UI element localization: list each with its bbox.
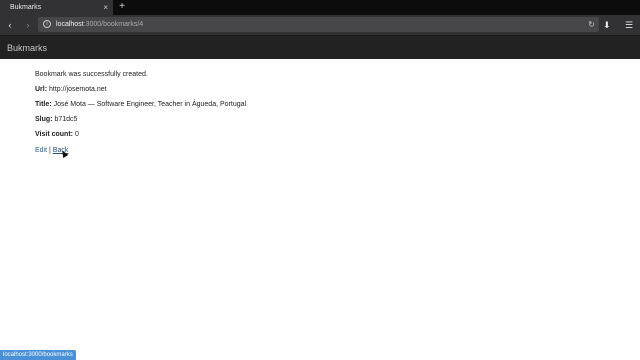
visit-count-field: Visit count: 0: [35, 130, 595, 140]
site-info-icon[interactable]: i: [43, 20, 51, 28]
title-label: Title:: [35, 101, 52, 108]
url-path: :3000/bookmarks/4: [83, 21, 144, 28]
bookmark-details: Bookmark was successfully created. Url: …: [35, 70, 595, 156]
success-notice: Bookmark was successfully created.: [35, 71, 148, 78]
url-text[interactable]: localhost:3000/bookmarks/4: [56, 20, 143, 29]
back-arrow-icon[interactable]: ‹: [4, 19, 16, 31]
download-icon[interactable]: ⬇: [603, 19, 611, 31]
status-url-tooltip: localhost:3000/bookmarks: [0, 350, 76, 360]
edit-link[interactable]: Edit: [35, 147, 47, 154]
action-separator: |: [49, 147, 51, 154]
slug-value: b71dc5: [54, 116, 78, 123]
new-tab-icon[interactable]: +: [117, 1, 127, 13]
url-host: localhost: [56, 21, 84, 28]
visit-count-label: Visit count:: [35, 131, 73, 138]
tab-close-icon[interactable]: ×: [103, 2, 108, 13]
title-field: Title: José Mota — Software Engineer, Te…: [35, 100, 595, 110]
tab-title: Bukmarks: [10, 4, 42, 11]
tab-strip: Bukmarks × +: [0, 0, 640, 15]
url-value: http://josemota.net: [49, 86, 107, 93]
visit-count-value: 0: [74, 131, 79, 138]
brand-link[interactable]: Bukmarks: [7, 42, 47, 54]
forward-arrow-icon[interactable]: ›: [22, 19, 34, 31]
url-bar[interactable]: i localhost:3000/bookmarks/4 ↻: [38, 17, 599, 32]
reload-icon[interactable]: ↻: [588, 19, 595, 30]
app-navbar: Bukmarks: [0, 35, 640, 59]
url-label: Url:: [35, 86, 48, 93]
actions: Edit | Back: [35, 146, 595, 156]
slug-label: Slug:: [35, 116, 53, 123]
title-value: José Mota — Software Engineer, Teacher i…: [53, 101, 247, 108]
navigation-toolbar: ‹ › i localhost:3000/bookmarks/4 ↻ ⬇ ☰: [0, 15, 640, 35]
url-field: Url: http://josemota.net: [35, 85, 595, 95]
hamburger-menu-icon[interactable]: ☰: [625, 19, 633, 31]
slug-field: Slug: b71dc5: [35, 115, 595, 125]
browser-tab[interactable]: Bukmarks ×: [0, 0, 113, 15]
